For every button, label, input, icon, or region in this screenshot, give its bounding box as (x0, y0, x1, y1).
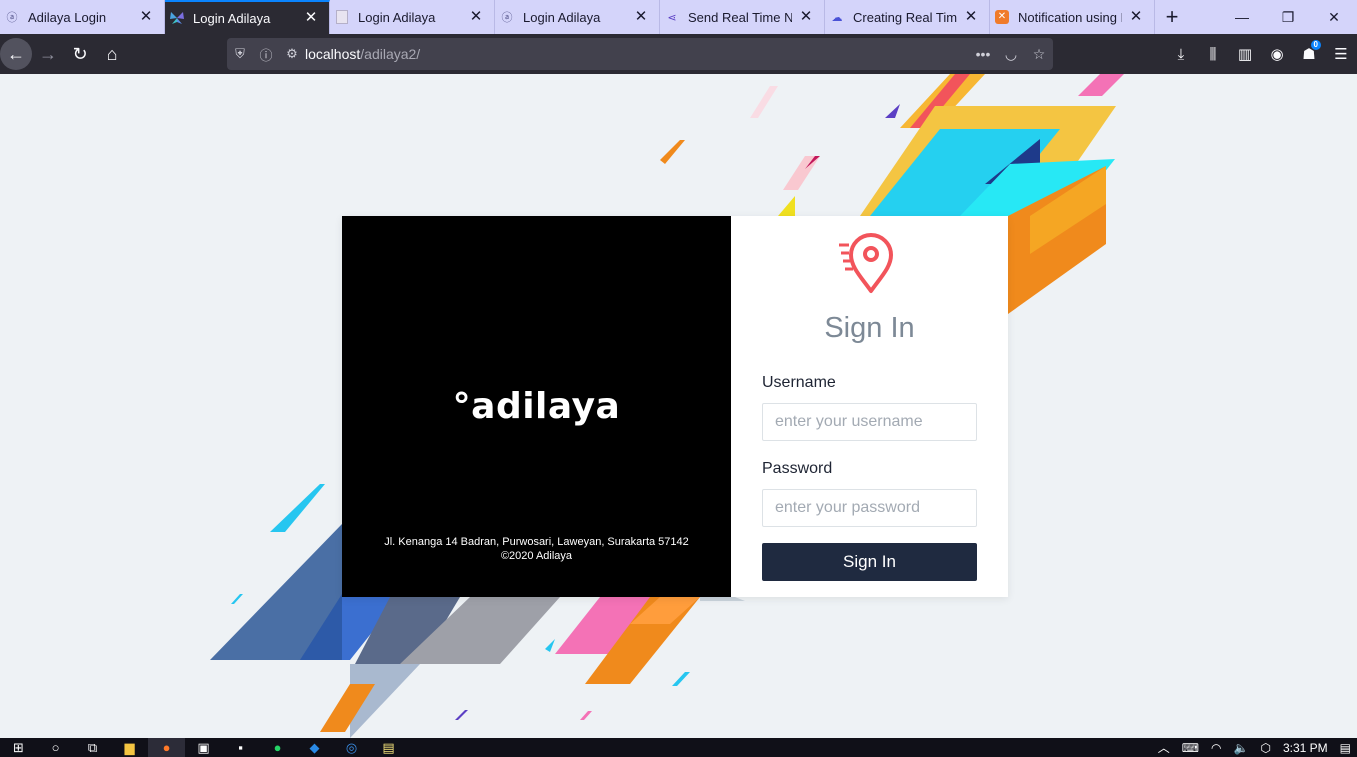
tab-title: Send Real Time Not (688, 9, 792, 25)
library-icon[interactable]: ⫼ (1197, 38, 1229, 70)
volume-icon[interactable]: 🔈 (1228, 741, 1255, 755)
tab-send-real-time[interactable]: ⋖ Send Real Time Not ✕ (660, 0, 825, 34)
address-line: Jl. Kenanga 14 Badran, Purwosari, Laweya… (384, 536, 689, 548)
close-icon[interactable]: ✕ (798, 9, 814, 25)
tab-adilaya-login[interactable]: ⓐ Adilaya Login ✕ (0, 0, 165, 34)
password-input[interactable] (762, 489, 977, 527)
app-icon[interactable]: ◎ (333, 738, 370, 757)
action-center-icon[interactable]: ▤ (1334, 741, 1357, 755)
share-icon: ⋖ (667, 11, 677, 24)
notepad-icon[interactable]: ▤ (370, 738, 407, 757)
notes-icon[interactable]: ▪ (222, 738, 259, 757)
forward-icon[interactable]: → (32, 38, 64, 70)
firefox-icon[interactable]: ● (148, 738, 185, 757)
tab-strip: ⓐ Adilaya Login ✕ Login Adilaya ✕ Login … (0, 0, 1357, 34)
shield-icon[interactable]: ⛨ (227, 46, 253, 62)
language-icon[interactable]: ⌨ (1176, 741, 1205, 755)
tab-login-adilaya[interactable]: Login Adilaya ✕ (330, 0, 495, 34)
close-icon[interactable]: ✕ (468, 9, 484, 25)
adilaya-icon: ⓐ (6, 12, 18, 24)
system-tray: ︿ ⌨ ◠ 🔈 ⬡ 3:31 PM ▤ (1152, 739, 1357, 756)
tab-notification-using[interactable]: ✕ Notification using P ✕ (990, 0, 1155, 34)
username-label: Username (762, 374, 836, 391)
notification-badge: 0 (1310, 40, 1321, 50)
tab-login-adilaya-active[interactable]: Login Adilaya ✕ (165, 0, 330, 34)
search-icon[interactable]: ○ (37, 738, 74, 757)
more-icon[interactable]: ••• (969, 46, 997, 63)
url-actions: ••• ◡ ☆ (969, 46, 1053, 63)
tab-title: Login Adilaya (358, 9, 436, 25)
adilaya-icon: ⓐ (501, 12, 513, 24)
company-address: Jl. Kenanga 14 Badran, Purwosari, Laweya… (342, 535, 731, 563)
back-icon[interactable]: ← (0, 38, 32, 70)
sidebar-icon[interactable]: ▥ (1229, 38, 1261, 70)
close-icon[interactable]: ✕ (138, 9, 154, 25)
window-controls: — ❐ ✕ (1219, 0, 1357, 34)
terminal-icon[interactable]: ▣ (185, 738, 222, 757)
close-icon[interactable]: ✕ (1128, 9, 1144, 25)
page-icon (334, 9, 350, 25)
sign-in-button[interactable]: Sign In (762, 543, 977, 581)
password-label: Password (762, 460, 833, 477)
xampp-icon: ✕ (994, 9, 1010, 25)
url-host: localhost (305, 46, 361, 62)
download-icon[interactable]: ⤓ (1165, 38, 1197, 70)
tab-title: Creating Real Time (853, 9, 957, 25)
login-card: °adilaya Jl. Kenanga 14 Badran, Purwosar… (342, 216, 1008, 597)
page-title: Sign In (824, 312, 915, 344)
info-icon[interactable]: ⓘ (253, 45, 279, 64)
sign-in-form: Sign In Username Password Sign In (731, 216, 1008, 597)
close-window-icon[interactable]: ✕ (1311, 0, 1357, 34)
wifi-icon[interactable]: ◠ (1205, 741, 1227, 755)
home-icon[interactable]: ⌂ (96, 38, 128, 70)
cloud-icon: ☁ (831, 11, 843, 24)
vscode-icon[interactable]: ◆ (296, 738, 333, 757)
navigation-bar: ← → ↻ ⌂ ⛨ ⓘ ⚙ localhost/adilaya2/ ••• ◡ … (0, 34, 1357, 74)
minimize-icon[interactable]: — (1219, 0, 1265, 34)
page-content: °adilaya Jl. Kenanga 14 Badran, Purwosar… (0, 74, 1357, 738)
os-taskbar: ⊞ ○ ⧉ ▆ ● ▣ ▪ ● ◆ ◎ ▤ ︿ ⌨ ◠ 🔈 ⬡ 3:31 PM … (0, 738, 1357, 757)
menu-icon[interactable]: ☰ (1325, 38, 1357, 70)
tab-login-adilaya[interactable]: ⓐ Login Adilaya ✕ (495, 0, 660, 34)
task-view-icon[interactable]: ⧉ (74, 738, 111, 757)
dropbox-icon[interactable]: ⬡ (1254, 741, 1276, 755)
chevron-up-icon[interactable]: ︿ (1152, 739, 1176, 756)
restore-icon[interactable]: ❐ (1265, 0, 1311, 34)
pocket-icon[interactable]: ◡ (997, 46, 1025, 63)
windows-start-icon[interactable]: ⊞ (0, 738, 37, 757)
tab-title: Notification using P (1018, 9, 1122, 25)
clock[interactable]: 3:31 PM (1277, 741, 1334, 755)
close-icon[interactable]: ✕ (633, 9, 649, 25)
copyright-line: ©2020 Adilaya (500, 550, 573, 562)
tab-title: Login Adilaya (523, 9, 601, 25)
tab-title: Adilaya Login (28, 9, 107, 25)
close-icon[interactable]: ✕ (963, 9, 979, 25)
whatsapp-icon[interactable]: ● (259, 738, 296, 757)
close-icon[interactable]: ✕ (303, 10, 319, 26)
tab-creating-real-time[interactable]: ☁ Creating Real Time ✕ (825, 0, 990, 34)
toolbar-icons: ⤓ ⫼ ▥ ◉ ☗ 0 ☰ (1165, 38, 1357, 70)
tab-title: Login Adilaya (193, 10, 271, 26)
account-icon[interactable]: ◉ (1261, 38, 1293, 70)
bookmark-star-icon[interactable]: ☆ (1025, 46, 1053, 63)
file-explorer-icon[interactable]: ▆ (111, 738, 148, 757)
brand-logo: °adilaya (452, 386, 621, 427)
new-tab-button[interactable]: + (1155, 0, 1189, 34)
permissions-icon[interactable]: ⚙ (279, 46, 305, 62)
extension-icon[interactable]: ☗ 0 (1293, 38, 1325, 70)
brand-panel: °adilaya Jl. Kenanga 14 Badran, Purwosar… (342, 216, 731, 597)
butterfly-icon (169, 10, 185, 26)
url-bar[interactable]: ⛨ ⓘ ⚙ localhost/adilaya2/ ••• ◡ ☆ (227, 38, 1053, 70)
location-pin-icon (839, 233, 893, 293)
reload-icon[interactable]: ↻ (64, 38, 96, 70)
username-input[interactable] (762, 403, 977, 441)
url-path: /adilaya2/ (360, 46, 421, 62)
